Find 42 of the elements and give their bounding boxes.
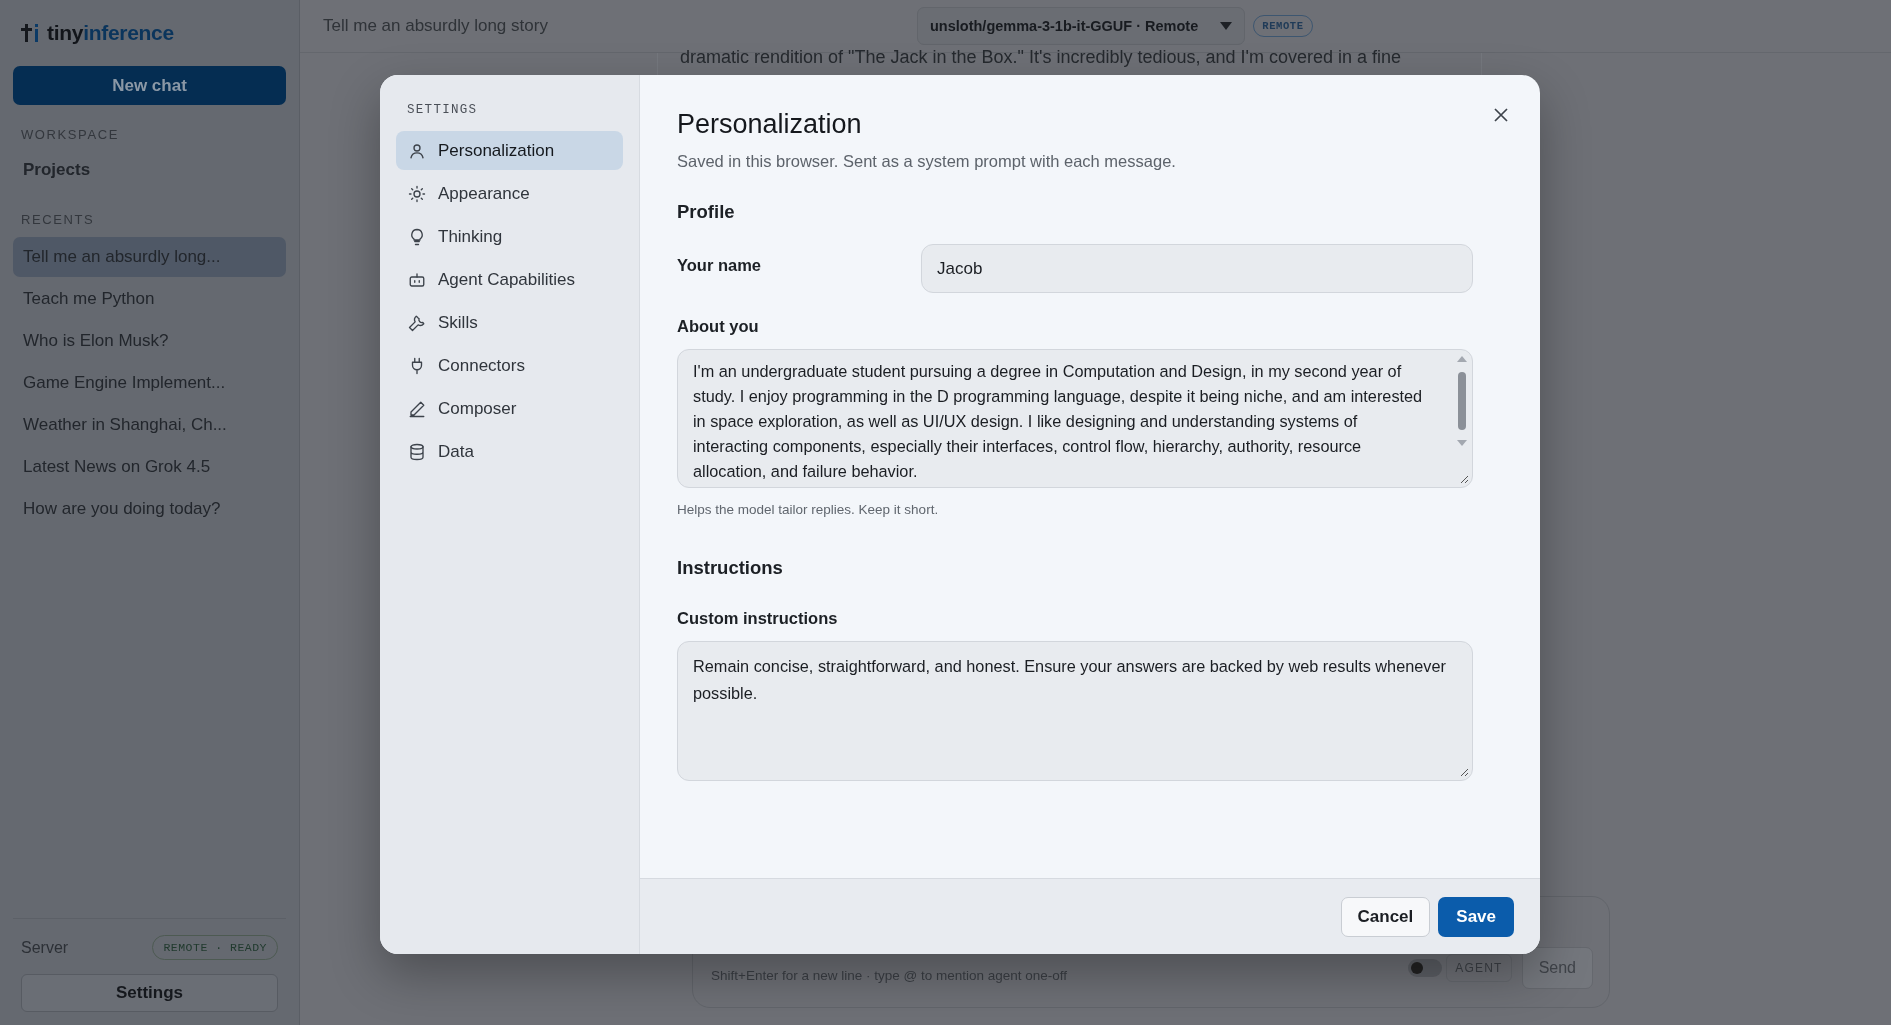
lightbulb-icon	[408, 227, 426, 246]
field-label: About you	[677, 317, 760, 336]
caret-icon	[1220, 22, 1233, 30]
name-field[interactable]: Jacob	[921, 244, 1473, 293]
save-button[interactable]: Save	[1438, 896, 1514, 937]
section-title: Instructions	[677, 557, 784, 579]
sun-icon	[408, 184, 426, 203]
section-title: Profile	[677, 201, 736, 223]
cancel-button[interactable]: Cancel	[1340, 896, 1431, 937]
field-label: Your name	[677, 255, 763, 275]
settings-nav-item[interactable]: Personalization	[396, 131, 623, 170]
database-icon	[408, 442, 426, 461]
logo-word: inference	[83, 21, 174, 44]
message-text: dramatic rendition of "The Jack in the Box." It's incredibly tedious, and I'm covered in a fine	[680, 47, 1402, 68]
settings-nav-item[interactable]: Thinking	[396, 217, 623, 256]
logo-icon	[21, 24, 41, 42]
settings-nav-item[interactable]: Agent Capabilities	[396, 260, 623, 299]
settings-button[interactable]: Settings	[21, 974, 278, 1012]
server-label: Server	[21, 938, 69, 957]
dialog-title: Personalization	[677, 109, 863, 140]
new-chat-button[interactable]: New chat	[13, 66, 286, 105]
settings-nav-item[interactable]: Appearance	[396, 174, 623, 213]
wrench-icon	[408, 313, 426, 332]
agent-toggle[interactable]	[1408, 959, 1443, 977]
field-label: Custom instructions	[677, 609, 839, 628]
about-field[interactable]: I'm an undergraduate student pursuing a degree in Computation and Design, in my second year of study. I enjoy programming in the D programming language, despite it being niche, and am interested in space exploration, as well as UI/UX design. I like designing and understanding systems of interacting components, especially their interfaces, control flow, hierarchy, authority, resource allocation, and failure behavior.	[677, 349, 1473, 488]
robot-icon	[408, 270, 426, 289]
settings-nav-item[interactable]: Data	[396, 432, 623, 471]
dialog-subtitle: Saved in this browser. Sent as a system prompt with each message.	[677, 152, 1177, 171]
resize-handle-icon[interactable]	[1460, 768, 1469, 777]
resize-handle-icon[interactable]	[1460, 475, 1469, 484]
settings-nav-item[interactable]: Connectors	[396, 346, 623, 385]
pen-icon	[408, 399, 426, 418]
person-icon	[408, 141, 426, 160]
logo-word: tiny	[47, 21, 84, 44]
custom-instructions-field[interactable]: Remain concise, straightforward, and honest. Ensure your answers are backed by web results whenever possible.	[677, 641, 1473, 781]
nav-heading: SETTINGS	[406, 103, 479, 117]
settings-nav-item[interactable]: Composer	[396, 389, 623, 428]
settings-nav-item[interactable]: Skills	[396, 303, 623, 342]
chat-title: Tell me an absurdly long story	[323, 16, 549, 36]
help-text: Helps the model tailor replies. Keep it short.	[677, 502, 940, 517]
close-icon[interactable]	[1494, 108, 1508, 122]
